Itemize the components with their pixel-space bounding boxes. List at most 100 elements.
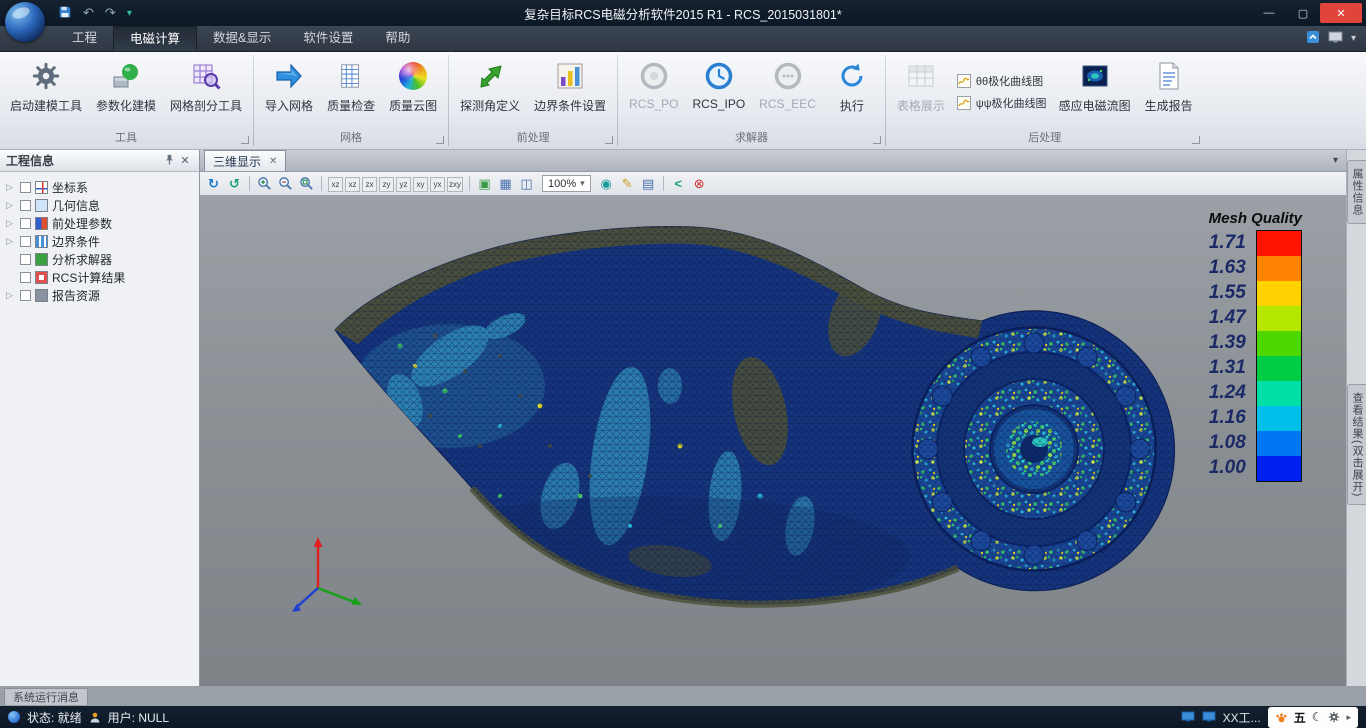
group-dialog-launcher[interactable] (873, 136, 881, 144)
view-orientation-button[interactable]: zy (379, 177, 394, 192)
3d-model-canvas[interactable] (200, 196, 1346, 686)
ime-gear-icon[interactable] (1328, 711, 1340, 723)
view-orientation-button[interactable]: zxy (447, 177, 463, 192)
zoom-in-button[interactable] (255, 174, 274, 193)
tree-item-analysis-solver[interactable]: 分析求解器 (0, 250, 199, 268)
ribbon-group-postprocess: 表格展示 θθ极化曲线图 ψψ极化曲线图 感应电磁流图 (887, 52, 1203, 149)
quality-check-button[interactable]: 质量检查 (321, 56, 381, 116)
tree-item-coordinate-system[interactable]: ▷ 坐标系 (0, 178, 199, 196)
pin-icon[interactable] (161, 154, 177, 168)
undo-button[interactable]: ↶ (83, 5, 94, 21)
property-info-tab[interactable]: 属性信息 (1347, 160, 1366, 224)
tree-checkbox[interactable] (20, 254, 31, 265)
tree-checkbox[interactable] (20, 182, 31, 193)
view-orientation-button[interactable]: xy (413, 177, 428, 192)
tab-3d-display[interactable]: 三维显示 ✕ (204, 150, 286, 171)
window-controls: — ▢ ✕ (1252, 0, 1366, 26)
ime-expand-icon[interactable]: ▸ (1346, 712, 1351, 723)
fit-view-button[interactable]: ▣ (475, 174, 494, 193)
theta-polarization-curve-button[interactable]: θθ极化曲线图 (957, 73, 1047, 89)
monitor-icon[interactable] (1202, 711, 1216, 723)
quality-cloud-map-button[interactable]: 质量云图 (383, 56, 443, 116)
import-mesh-button[interactable]: 导入网格 (259, 56, 319, 116)
execute-button[interactable]: 执行 (824, 56, 880, 116)
menu-tab-data-display[interactable]: 数据&显示 (197, 26, 287, 51)
view-orientation-button[interactable]: xz (328, 177, 343, 192)
menu-tab-help[interactable]: 帮助 (369, 26, 426, 51)
view-orientation-button[interactable]: zx (362, 177, 377, 192)
view-orientation-button[interactable]: xz (345, 177, 360, 192)
collapse-ribbon-button[interactable] (1306, 30, 1320, 47)
menu-tab-project[interactable]: 工程 (56, 26, 113, 51)
mesh-partition-tool-button[interactable]: 网格剖分工具 (164, 56, 248, 116)
grid-toggle-button[interactable]: ▦ (496, 174, 515, 193)
zoom-window-button[interactable] (297, 174, 316, 193)
ime-mode-label[interactable]: 五 (1294, 709, 1306, 726)
preprocess-params-icon (35, 217, 48, 230)
legend-value: 1.24 (1209, 380, 1256, 405)
tree-item-rcs-result[interactable]: RCS计算结果 (0, 268, 199, 286)
pan-view-button[interactable]: ↺ (225, 174, 244, 193)
group-dialog-launcher[interactable] (605, 136, 613, 144)
boundary-condition-settings-button[interactable]: 边界条件设置 (528, 56, 612, 116)
parametric-modeling-button[interactable]: 参数化建模 (90, 56, 162, 116)
workspace-display-button[interactable] (1328, 31, 1343, 47)
group-dialog-launcher[interactable] (436, 136, 444, 144)
launch-modeling-tool-button[interactable]: 启动建模工具 (4, 56, 88, 116)
induced-current-map-button[interactable]: 感应电磁流图 (1053, 56, 1137, 116)
menu-tab-settings[interactable]: 软件设置 (287, 26, 369, 51)
redo-button[interactable]: ↷ (105, 5, 116, 21)
menubar-dropdown-icon[interactable]: ▾ (1351, 33, 1356, 44)
app-logo[interactable] (5, 2, 45, 42)
tree-item-preprocess-params[interactable]: ▷ 前处理参数 (0, 214, 199, 232)
view-orientation-button[interactable]: yz (396, 177, 411, 192)
ime-toolbar[interactable]: 五 ☾ ▸ (1268, 707, 1358, 728)
close-view-button[interactable]: ⊗ (690, 174, 709, 193)
psi-polarization-curve-button[interactable]: ψψ极化曲线图 (957, 95, 1047, 111)
group-dialog-launcher[interactable] (1192, 136, 1200, 144)
group-dialog-launcher[interactable] (241, 136, 249, 144)
maximize-button[interactable]: ▢ (1286, 3, 1320, 23)
tree-checkbox[interactable] (20, 290, 31, 301)
layers-button[interactable]: ▤ (639, 174, 658, 193)
group-label-postprocess: 后处理 (887, 130, 1203, 148)
view-results-tab[interactable]: 查看结果(双击展开) (1347, 384, 1366, 505)
system-run-messages-tab[interactable]: 系统运行消息 (4, 688, 88, 705)
close-button[interactable]: ✕ (1320, 3, 1362, 23)
annotate-button[interactable]: ✎ (618, 174, 637, 193)
tree-checkbox[interactable] (20, 272, 31, 283)
panel-close-icon[interactable]: ✕ (177, 154, 193, 167)
view-orientation-button[interactable]: yx (430, 177, 445, 192)
button-label: θθ极化曲线图 (976, 73, 1043, 89)
save-button[interactable] (58, 5, 72, 22)
tree-checkbox[interactable] (20, 236, 31, 247)
paw-icon[interactable] (1275, 711, 1288, 724)
probe-angle-define-button[interactable]: 探测角定义 (454, 56, 526, 116)
monitor-icon[interactable] (1181, 711, 1195, 723)
expander-icon[interactable]: ▷ (6, 290, 16, 301)
zoom-level-select[interactable]: 100% ▾ (542, 175, 591, 192)
zoom-out-button[interactable] (276, 174, 295, 193)
viewport-3d[interactable]: Mesh Quality 1.711.631.551.471.391.311.2… (200, 196, 1346, 686)
capture-button[interactable]: ◉ (597, 174, 616, 193)
tree-item-report-resource[interactable]: ▷ 报告资源 (0, 286, 199, 304)
expander-icon[interactable]: ▷ (6, 218, 16, 229)
tree-checkbox[interactable] (20, 218, 31, 229)
expander-icon[interactable]: ▷ (6, 182, 16, 193)
rotate-view-button[interactable]: ↻ (204, 174, 223, 193)
tab-list-dropdown-icon[interactable]: ▾ (1333, 155, 1338, 166)
moon-icon[interactable]: ☾ (1312, 710, 1323, 724)
tree-item-boundary-condition[interactable]: ▷ 边界条件 (0, 232, 199, 250)
expander-icon[interactable]: ▷ (6, 200, 16, 211)
rcs-ipo-button[interactable]: RCS_IPO (686, 56, 751, 113)
menu-tab-em-computation[interactable]: 电磁计算 (113, 26, 197, 51)
tree-item-geometry-info[interactable]: ▷ 几何信息 (0, 196, 199, 214)
share-button[interactable]: < (669, 174, 688, 193)
zoom-level-value: 100% (548, 178, 576, 190)
pane-toggle-button[interactable]: ◫ (517, 174, 536, 193)
generate-report-button[interactable]: 生成报告 (1139, 56, 1199, 116)
tab-close-icon[interactable]: ✕ (269, 156, 277, 167)
expander-icon[interactable]: ▷ (6, 236, 16, 247)
minimize-button[interactable]: — (1252, 3, 1286, 23)
quick-access-dropdown-icon[interactable]: ▾ (127, 8, 132, 19)
